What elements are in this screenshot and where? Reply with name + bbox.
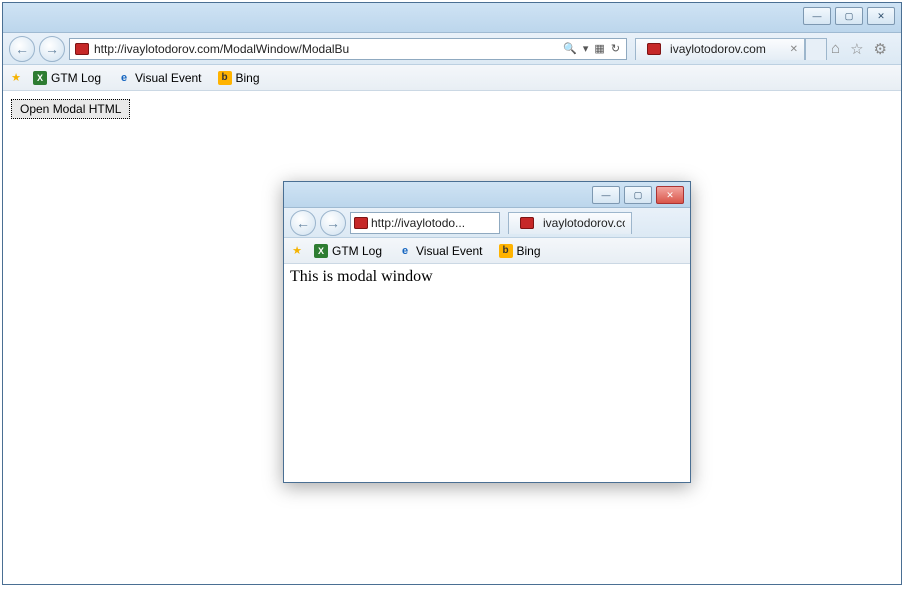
excel-icon: X: [314, 244, 328, 258]
favbar-item-gtm-log[interactable]: X GTM Log: [27, 69, 107, 87]
site-icon: [73, 40, 91, 58]
maximize-icon: ▢: [634, 190, 643, 201]
modal-site-icon: [354, 214, 368, 232]
modal-forward-button[interactable]: →: [320, 210, 346, 236]
lastpass-icon: [354, 217, 368, 229]
minimize-button[interactable]: —: [803, 7, 831, 25]
search-icon[interactable]: 🔍: [563, 42, 577, 55]
tab-favicon: [518, 214, 536, 232]
favbar-label: Visual Event: [416, 244, 483, 258]
forward-button[interactable]: →: [39, 36, 65, 62]
address-right-controls: 🔍 ▾ ▦ ↻: [557, 42, 626, 55]
lastpass-icon: [647, 43, 661, 55]
modal-favorites-bar: ★ X GTM Log e Visual Event b Bing: [284, 238, 690, 264]
modal-nav-bar: ← → 🔍 ▾ ▦ ↻ ivaylotodorov.com: [284, 208, 690, 238]
command-bar: ⌂ ☆ ⚙: [831, 40, 895, 58]
favbar-label: GTM Log: [51, 71, 101, 85]
search-dropdown-icon[interactable]: ▾: [583, 42, 589, 55]
maximize-icon: ▢: [845, 11, 854, 22]
forward-icon: →: [45, 41, 59, 57]
modal-back-button[interactable]: ←: [290, 210, 316, 236]
tab-title: ivaylotodorov.com: [670, 42, 766, 56]
favbar-item-bing[interactable]: b Bing: [493, 242, 547, 260]
modal-url-input[interactable]: [371, 216, 500, 230]
forward-icon: →: [326, 215, 340, 231]
modal-titlebar: — ▢ ✕: [284, 182, 690, 208]
new-tab-button[interactable]: [805, 38, 827, 60]
close-window-button[interactable]: ✕: [867, 7, 895, 25]
compat-icon[interactable]: ▦: [594, 42, 604, 55]
back-icon: ←: [15, 41, 29, 57]
maximize-button[interactable]: ▢: [835, 7, 863, 25]
favorites-icon[interactable]: ☆: [850, 40, 863, 58]
url-input[interactable]: [94, 42, 557, 56]
modal-tab-active[interactable]: ivaylotodorov.com: [508, 212, 632, 234]
add-favorite-icon[interactable]: ★: [290, 244, 304, 258]
tab-close-icon[interactable]: ✕: [790, 44, 798, 55]
tab-strip: ivaylotodorov.com ✕: [635, 38, 827, 60]
modal-content: This is modal window: [284, 264, 690, 482]
close-icon: ✕: [877, 11, 885, 22]
address-bar: 🔍 ▾ ▦ ↻: [69, 38, 627, 60]
ie-modal-window: — ▢ ✕ ← → 🔍 ▾ ▦ ↻: [283, 181, 691, 483]
back-button[interactable]: ←: [9, 36, 35, 62]
add-favorite-icon[interactable]: ★: [9, 71, 23, 85]
page-content: Open Modal HTML — ▢ ✕ ← → 🔍 ▾ ▦ ↻: [3, 91, 901, 584]
home-icon[interactable]: ⌂: [831, 40, 840, 58]
titlebar: — ▢ ✕: [3, 3, 901, 33]
favbar-item-visual-event[interactable]: e Visual Event: [392, 242, 489, 260]
modal-close-button[interactable]: ✕: [656, 186, 684, 204]
bing-icon: b: [218, 71, 232, 85]
favbar-label: Visual Event: [135, 71, 202, 85]
tools-icon[interactable]: ⚙: [874, 40, 887, 58]
minimize-icon: —: [813, 11, 822, 21]
favbar-item-visual-event[interactable]: e Visual Event: [111, 69, 208, 87]
nav-bar: ← → 🔍 ▾ ▦ ↻ ivaylotodorov.com ✕ ⌂ ☆ ⚙: [3, 33, 901, 65]
favbar-item-bing[interactable]: b Bing: [212, 69, 266, 87]
modal-maximize-button[interactable]: ▢: [624, 186, 652, 204]
excel-icon: X: [33, 71, 47, 85]
ie-main-window: — ▢ ✕ ← → 🔍 ▾ ▦ ↻ ivaylotodorov.com ✕: [2, 2, 902, 585]
favbar-label: GTM Log: [332, 244, 382, 258]
favorites-bar: ★ X GTM Log e Visual Event b Bing: [3, 65, 901, 91]
lastpass-icon: [75, 43, 89, 55]
bing-icon: b: [499, 244, 513, 258]
modal-body-text: This is modal window: [290, 268, 684, 286]
ie-icon: e: [117, 71, 131, 85]
close-icon: ✕: [666, 190, 674, 201]
favbar-label: Bing: [517, 244, 541, 258]
lastpass-icon: [520, 217, 534, 229]
modal-address-bar: 🔍 ▾ ▦ ↻: [350, 212, 500, 234]
open-modal-button[interactable]: Open Modal HTML: [11, 99, 130, 119]
tab-favicon: [645, 40, 663, 58]
minimize-icon: —: [602, 190, 611, 200]
back-icon: ←: [296, 215, 310, 231]
favbar-item-gtm-log[interactable]: X GTM Log: [308, 242, 388, 260]
modal-tab-strip: ivaylotodorov.com: [508, 212, 632, 234]
tab-active[interactable]: ivaylotodorov.com ✕: [635, 38, 805, 60]
modal-minimize-button[interactable]: —: [592, 186, 620, 204]
favbar-label: Bing: [236, 71, 260, 85]
refresh-icon[interactable]: ↻: [611, 42, 620, 55]
tab-title: ivaylotodorov.com: [543, 216, 625, 230]
ie-icon: e: [398, 244, 412, 258]
